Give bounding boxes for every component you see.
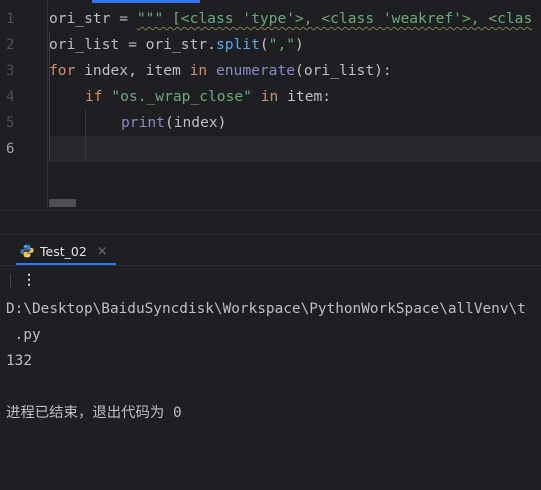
token-code: (index) [164,114,227,131]
token-builtin: enumerate [215,62,296,79]
run-tab-bar: Test_02 × [0,234,541,265]
line-number-current: 6 [6,141,15,157]
console-line-exit-status: 进程已结束，退出代码为 0 [6,405,182,421]
token-punct: ( [259,36,269,53]
token-code: ori_list = ori_str. [49,36,216,53]
token-keyword: for [49,62,76,79]
code-line-4[interactable]: if "os._wrap_close" in item: [49,84,541,110]
gutter-divider [47,0,48,210]
run-console-output[interactable]: D:\Desktop\BaiduSyncdisk\Workspace\Pytho… [0,296,541,490]
horizontal-scrollbar[interactable] [49,199,76,207]
toolbar-divider [10,274,11,288]
code-line-5[interactable]: print(index) [49,110,541,136]
code-line-3[interactable]: for index, item in enumerate(ori_list): [49,58,541,84]
code-line-1[interactable]: ori_str = """ [<class 'type'>, <class 'w… [49,6,541,32]
code-editor[interactable]: 1 2 3 4 5 6 ori_str = """ [<class 'type'… [0,0,541,210]
token-string: "," [268,36,296,53]
token-operator: = [110,10,137,27]
token-identifier: ori_str [49,10,111,27]
token-builtin: print [121,114,165,131]
token-keyword: if [85,88,103,105]
more-options-icon[interactable]: ⋮ [21,270,37,290]
line-number: 3 [6,63,15,79]
editor-panel-splitter[interactable] [0,210,541,235]
line-number: 5 [6,115,15,131]
close-icon[interactable]: × [97,244,108,259]
token-string-warning: """ [<class 'type'>, <class 'weakref'>, … [136,10,533,27]
line-number-gutter: 1 2 3 4 5 6 [0,6,48,162]
line-number: 1 [6,11,15,27]
token-code: item: [278,88,332,105]
indent-guide [49,32,50,162]
console-line-command: D:\Desktop\BaiduSyncdisk\Workspace\Pytho… [6,301,526,317]
python-icon [20,244,34,258]
console-line-command-continued: .py [6,327,41,343]
token-string: "os._wrap_close" [111,88,252,105]
code-line-6-current[interactable] [49,136,541,162]
token-code: (ori_list): [295,62,392,79]
run-tab-test02[interactable]: Test_02 × [16,236,114,266]
console-line-output: 132 [6,353,32,369]
token-code: index, item [75,62,190,79]
run-tab-label: Test_02 [40,243,87,259]
token-punct: ) [295,36,304,53]
token-method: split [215,36,260,53]
token-keyword: in [189,62,208,79]
code-line-2[interactable]: ori_list = ori_str.split(",") [49,32,541,58]
line-number: 2 [6,37,15,53]
run-toolbar: ⋮ [0,265,541,295]
code-area[interactable]: ori_str = """ [<class 'type'>, <class 'w… [49,6,541,162]
line-number: 4 [6,89,15,105]
token-keyword: in [260,88,279,105]
indent-guide [85,110,86,162]
editor-tab-indicator [92,0,200,3]
